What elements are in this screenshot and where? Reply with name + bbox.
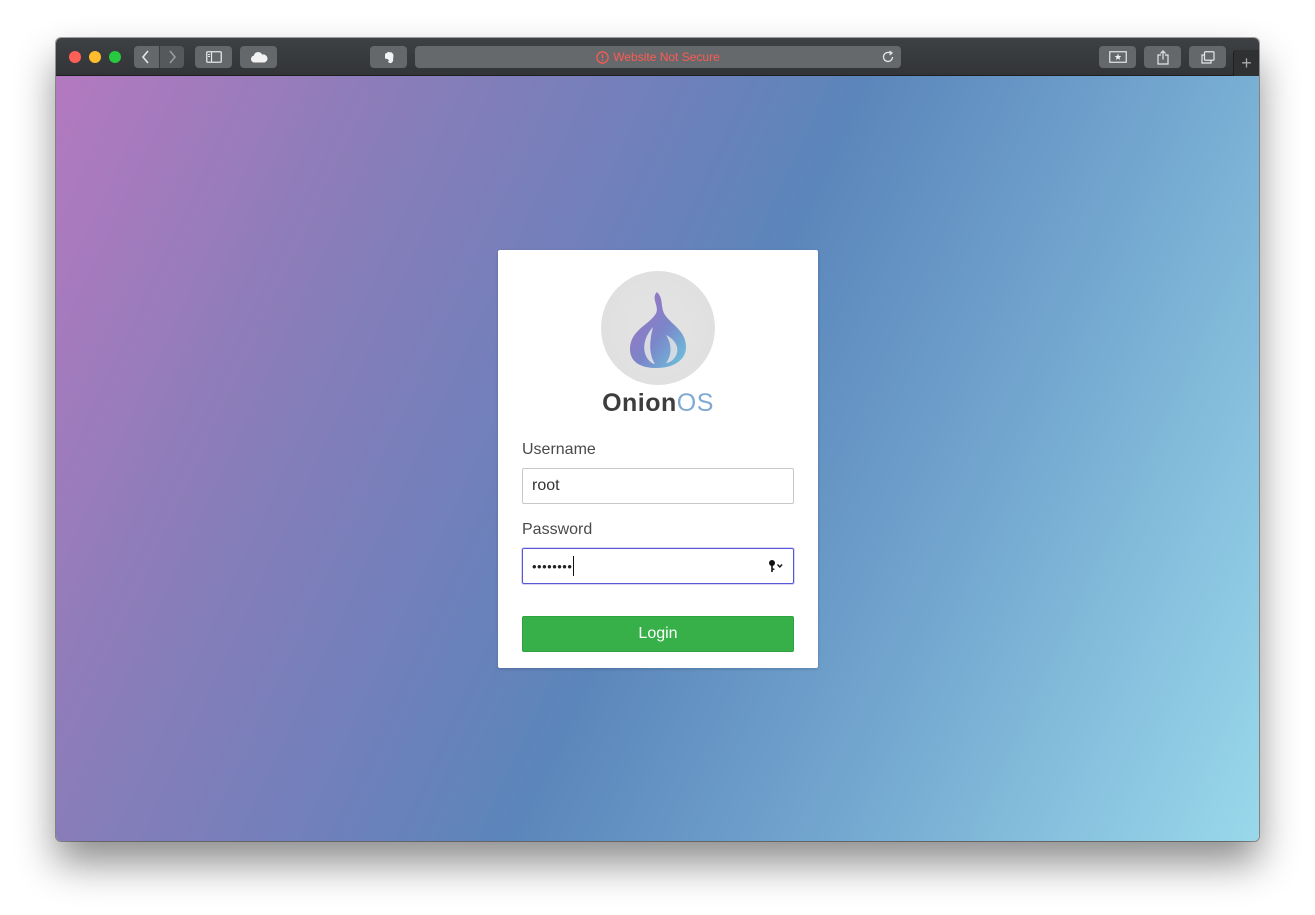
- security-warning-text: Website Not Secure: [613, 50, 720, 64]
- forward-button[interactable]: [158, 46, 184, 68]
- warning-icon: [596, 50, 609, 64]
- tabs-overview-icon: [1200, 50, 1215, 64]
- page-content: OnionOS Username root Password •••••••• …: [56, 76, 1259, 841]
- history-navigation: [134, 46, 184, 68]
- browser-window: Website Not Secure + OnionOS Username ro…: [56, 38, 1259, 841]
- back-button[interactable]: [134, 46, 159, 68]
- password-label: Password: [522, 521, 593, 538]
- reader-icon: [1108, 51, 1127, 63]
- password-value: ••••••••: [532, 558, 573, 574]
- password-autofill-key-icon[interactable]: [768, 559, 784, 573]
- maximize-window-button[interactable]: [109, 51, 121, 63]
- brand-name: Onion: [602, 389, 677, 417]
- share-icon: [1156, 49, 1169, 65]
- tabs-overview-button[interactable]: [1189, 46, 1226, 68]
- extension-button[interactable]: [370, 46, 407, 68]
- reader-button[interactable]: [1099, 46, 1136, 68]
- brand-title: OnionOS: [498, 389, 818, 418]
- reload-icon[interactable]: [881, 50, 895, 64]
- password-field[interactable]: ••••••••: [522, 548, 794, 584]
- close-window-button[interactable]: [69, 51, 81, 63]
- username-value: root: [532, 477, 560, 494]
- address-bar[interactable]: Website Not Secure: [415, 46, 901, 68]
- login-card: OnionOS Username root Password •••••••• …: [498, 250, 818, 668]
- forward-icon: [169, 50, 176, 64]
- icloud-tabs-button[interactable]: [240, 46, 277, 68]
- evernote-icon: [384, 51, 393, 63]
- minimize-window-button[interactable]: [89, 51, 101, 63]
- new-tab-button[interactable]: +: [1233, 50, 1259, 76]
- brand-suffix: OS: [676, 389, 714, 417]
- browser-toolbar: Website Not Secure +: [56, 38, 1259, 76]
- flame-icon: [630, 292, 686, 368]
- onion-logo: [601, 271, 715, 385]
- sidebar-icon: [205, 51, 222, 63]
- login-button[interactable]: Login: [522, 616, 794, 652]
- back-icon: [142, 50, 149, 64]
- text-caret: [573, 556, 575, 576]
- cloud-icon: [250, 51, 267, 62]
- username-label: Username: [522, 441, 596, 458]
- sidebar-button[interactable]: [195, 46, 232, 68]
- share-button[interactable]: [1144, 46, 1181, 68]
- username-field[interactable]: root: [522, 468, 794, 504]
